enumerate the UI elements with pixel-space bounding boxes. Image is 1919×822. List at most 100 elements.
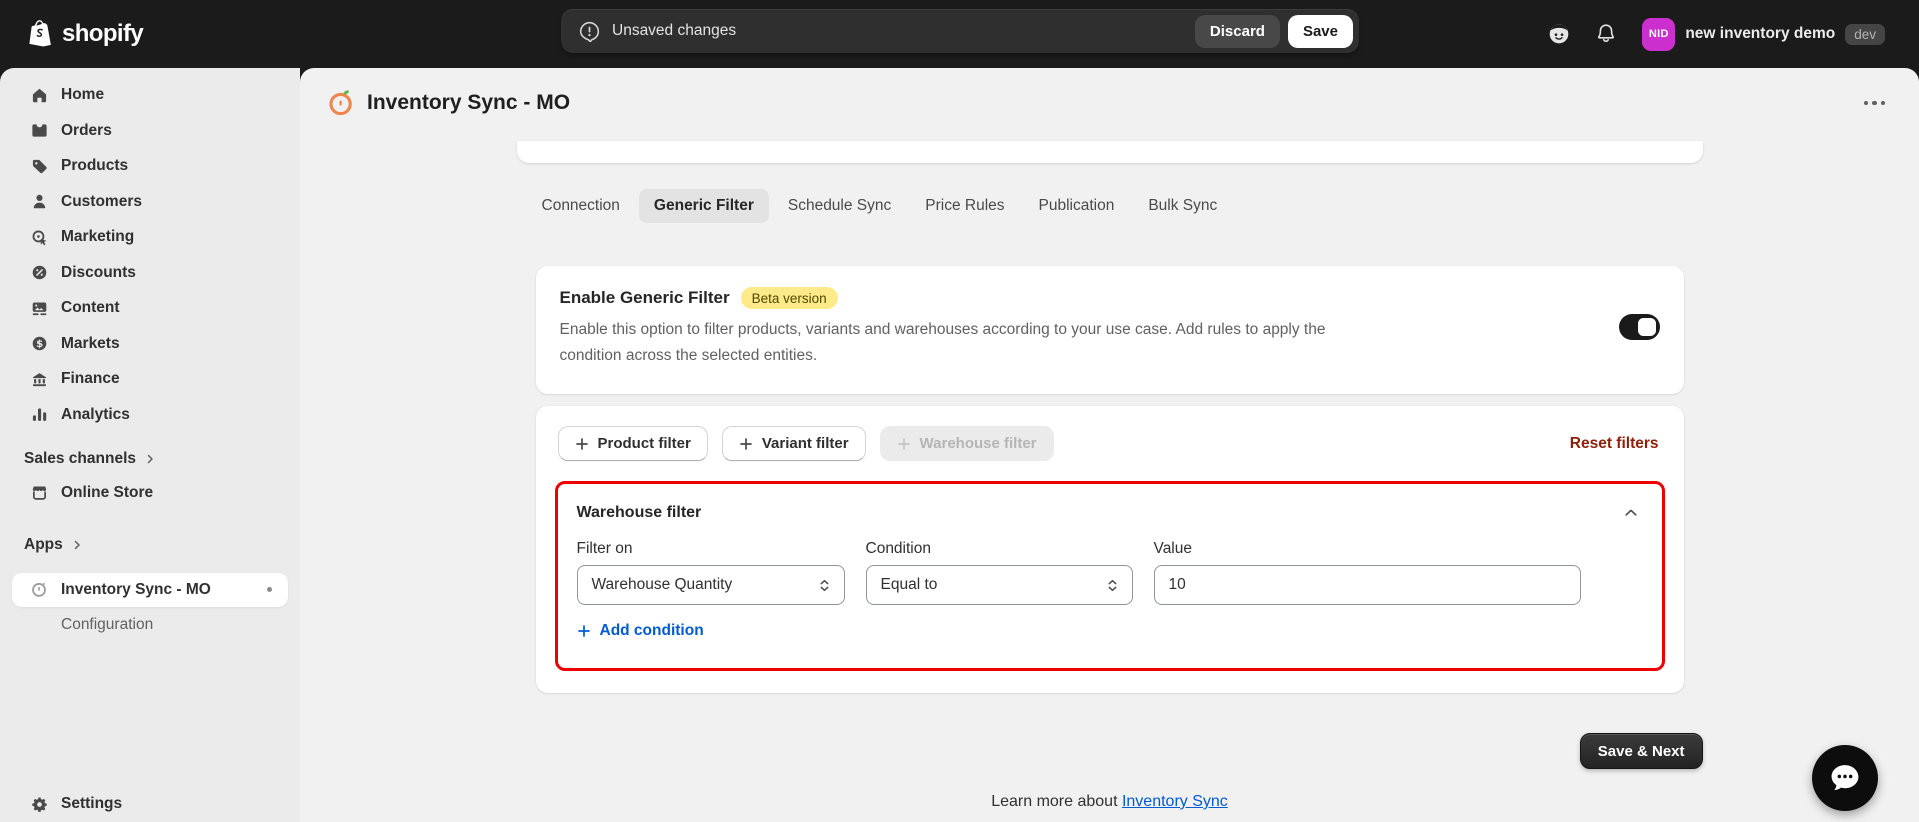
sidebar-item-customers[interactable]: Customers xyxy=(12,185,288,219)
inventory-sync-link[interactable]: Inventory Sync xyxy=(1122,793,1228,810)
bank-icon xyxy=(30,371,48,388)
sidebar-item-label: Products xyxy=(61,157,129,174)
plus-icon xyxy=(577,624,591,638)
chat-icon xyxy=(1827,762,1863,795)
sidebar-item-label: Markets xyxy=(61,334,120,352)
tab-bulk-sync[interactable]: Bulk Sync xyxy=(1133,189,1232,223)
main-panel: Inventory Sync - MO Connection Generic F… xyxy=(300,68,1919,822)
value-input[interactable] xyxy=(1153,565,1581,605)
enable-filter-toggle[interactable] xyxy=(1618,314,1660,340)
sidebar-item-home[interactable]: Home xyxy=(12,78,288,112)
condition-select[interactable]: Equal to xyxy=(865,565,1133,605)
warehouse-filter-title: Warehouse filter xyxy=(576,504,702,521)
storefront-icon xyxy=(30,484,48,501)
sidebar-item-finance[interactable]: Finance xyxy=(12,362,288,396)
save-next-button[interactable]: Save & Next xyxy=(1579,733,1703,769)
sales-channels-header[interactable]: Sales channels xyxy=(12,442,288,476)
sidebar-item-label: Inventory Sync - MO xyxy=(61,580,211,598)
dev-badge: dev xyxy=(1845,23,1885,45)
filters-card: Product filter Variant filter Warehouse … xyxy=(535,406,1684,693)
app-frame: Home Orders Products Customers Marketing… xyxy=(0,68,1919,822)
store-menu[interactable]: NID new inventory demo dev xyxy=(1638,14,1889,55)
filter-buttons-row: Product filter Variant filter Warehouse … xyxy=(555,426,1665,461)
gear-icon xyxy=(30,796,48,813)
store-avatar: NID xyxy=(1642,17,1676,51)
sidebar-item-label: Home xyxy=(61,86,105,103)
chevron-up-icon xyxy=(1623,505,1639,521)
sidebar: Home Orders Products Customers Marketing… xyxy=(0,68,300,822)
add-condition-label: Add condition xyxy=(599,622,704,639)
image-icon xyxy=(30,300,48,317)
app-pin-dot xyxy=(267,587,272,592)
sidebar-item-inventory-sync[interactable]: Inventory Sync - MO xyxy=(12,572,288,607)
select-updown-icon xyxy=(818,578,831,593)
sidebar-item-online-store[interactable]: Online Store xyxy=(12,476,288,510)
sidekick-button[interactable] xyxy=(1544,19,1574,49)
variant-filter-button[interactable]: Variant filter xyxy=(721,426,866,461)
globe-dollar-icon: $ xyxy=(30,335,48,352)
chevron-right-icon xyxy=(71,539,83,551)
condition-value: Equal to xyxy=(880,576,938,593)
shopify-bag-icon xyxy=(28,19,55,49)
sidebar-item-label: Online Store xyxy=(61,483,154,501)
value-label: Value xyxy=(1153,540,1193,557)
sidebar-item-content[interactable]: Content xyxy=(12,291,288,325)
plus-icon xyxy=(897,437,911,451)
filter-on-label: Filter on xyxy=(576,540,633,557)
enable-generic-filter-card: Enable Generic Filter Beta version Enabl… xyxy=(535,266,1684,394)
page-title: Inventory Sync - MO xyxy=(367,91,571,114)
collapse-section-button[interactable] xyxy=(1619,501,1643,525)
more-actions-button[interactable] xyxy=(1856,93,1894,114)
content-column: Connection Generic Filter Schedule Sync … xyxy=(516,141,1703,811)
select-updown-icon xyxy=(1106,578,1119,593)
filter-button-label: Warehouse filter xyxy=(919,435,1037,452)
sidebar-item-discounts[interactable]: Discounts xyxy=(12,256,288,290)
save-button[interactable]: Save xyxy=(1287,14,1353,48)
home-icon xyxy=(30,87,48,104)
condition-label: Condition xyxy=(865,540,932,557)
apps-header[interactable]: Apps xyxy=(12,528,288,562)
sales-channels-label: Sales channels xyxy=(24,449,137,467)
filter-on-select[interactable]: Warehouse Quantity xyxy=(576,565,845,605)
sidebar-item-label: Discounts xyxy=(61,263,136,281)
store-name: new inventory demo xyxy=(1685,25,1836,42)
sidebar-item-markets[interactable]: $ Markets xyxy=(12,327,288,361)
shopify-logo[interactable]: shopify xyxy=(22,0,149,68)
gauge-icon xyxy=(30,580,48,599)
chat-button[interactable] xyxy=(1812,745,1878,811)
footer-note: Learn more about Inventory Sync xyxy=(517,793,1703,811)
tab-generic-filter[interactable]: Generic Filter xyxy=(638,189,769,223)
product-filter-button[interactable]: Product filter xyxy=(557,426,708,461)
plus-icon xyxy=(575,437,589,451)
topbar-right: NID new inventory demo dev xyxy=(1544,0,1919,68)
discard-button[interactable]: Discard xyxy=(1194,14,1280,48)
sidebar-item-analytics[interactable]: Analytics xyxy=(12,398,288,432)
sidebar-item-settings[interactable]: Settings xyxy=(12,787,288,821)
sidebar-item-label: Content xyxy=(61,299,120,316)
page-header: Inventory Sync - MO xyxy=(300,68,1919,138)
filter-button-label: Product filter xyxy=(597,435,691,452)
tab-price-rules[interactable]: Price Rules xyxy=(910,189,1019,223)
tab-bar: Connection Generic Filter Schedule Sync … xyxy=(517,189,1703,223)
sidebar-item-label: Marketing xyxy=(61,228,135,245)
sidebar-item-marketing[interactable]: Marketing xyxy=(12,220,288,254)
sidebar-item-label: Configuration xyxy=(61,615,154,633)
tab-schedule-sync[interactable]: Schedule Sync xyxy=(773,189,906,223)
sidebar-item-orders[interactable]: Orders xyxy=(12,114,288,148)
sidebar-item-products[interactable]: Products xyxy=(12,149,288,183)
person-icon xyxy=(30,193,48,210)
sidebar-item-configuration[interactable]: Configuration xyxy=(12,610,288,640)
condition-field: Condition Equal to xyxy=(865,540,1133,605)
notifications-button[interactable] xyxy=(1592,20,1620,48)
warehouse-filter-section: Warehouse filter Filter on Warehouse Qua… xyxy=(554,481,1665,671)
tab-publication[interactable]: Publication xyxy=(1024,189,1130,223)
footer-text: Learn more about xyxy=(991,793,1122,810)
sidekick-icon xyxy=(1546,21,1572,47)
condition-row: Filter on Warehouse Quantity Condition E… xyxy=(576,540,1643,605)
ellipsis-icon xyxy=(1863,100,1885,106)
add-condition-link[interactable]: Add condition xyxy=(577,622,704,640)
filter-button-label: Variant filter xyxy=(761,435,849,452)
reset-filters-link[interactable]: Reset filters xyxy=(1570,435,1662,453)
value-field: Value xyxy=(1153,540,1581,605)
tab-connection[interactable]: Connection xyxy=(527,189,635,223)
